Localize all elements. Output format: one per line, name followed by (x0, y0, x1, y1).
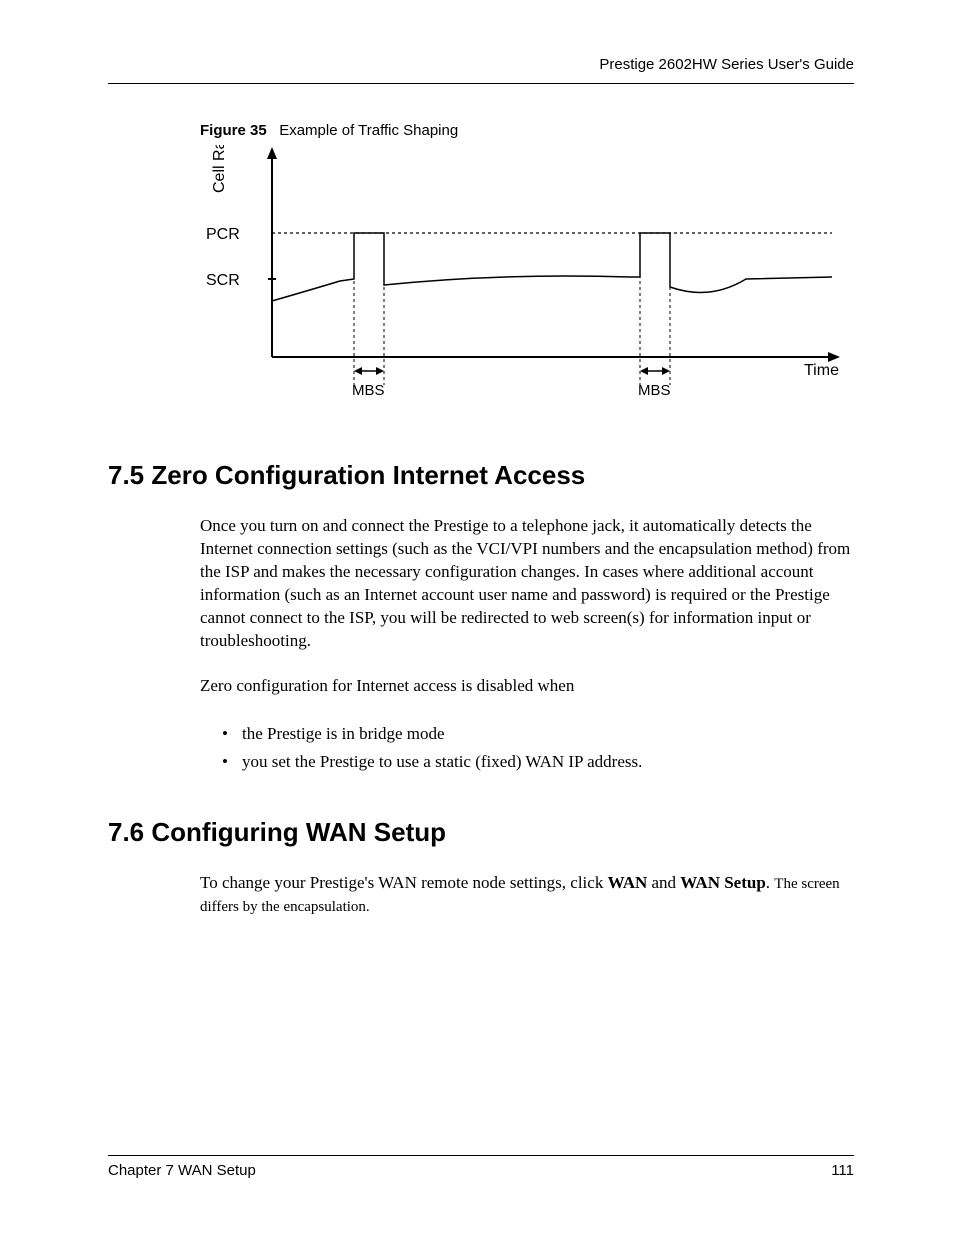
pcr-label: PCR (206, 226, 240, 243)
section-7-5-para2: Zero configuration for Internet access i… (200, 675, 854, 698)
traffic-shaping-svg: Cell Rate PCR SCR MBS MBS Time (200, 145, 860, 405)
header-rule (108, 83, 854, 84)
mbs1-arrow-left (354, 367, 362, 375)
y-axis-arrowhead (267, 147, 277, 159)
traffic-shaping-figure: Cell Rate PCR SCR MBS MBS Time (200, 145, 854, 410)
traffic-curve (272, 233, 832, 301)
footer-page-number: 111 (831, 1162, 854, 1179)
figure-label: Figure 35 (200, 122, 267, 139)
bullet-static-ip: you set the Prestige to use a static (fi… (222, 748, 854, 777)
x-axis-label: Time (804, 362, 839, 379)
figure-caption: Figure 35 Example of Traffic Shaping (200, 122, 854, 139)
section-7-5-bullets: the Prestige is in bridge mode you set t… (222, 720, 854, 778)
guide-title: Prestige 2602HW Series User's Guide (599, 56, 854, 73)
page-header: Prestige 2602HW Series User's Guide (108, 56, 854, 83)
footer-rule (108, 1155, 854, 1156)
scr-label: SCR (206, 272, 240, 289)
section-7-6-heading: 7.6 Configuring WAN Setup (108, 817, 854, 848)
mbs2-label: MBS (638, 382, 671, 399)
y-axis-label: Cell Rate (211, 145, 228, 193)
mbs1-arrow-right (376, 367, 384, 375)
section-7-5-heading: 7.5 Zero Configuration Internet Access (108, 460, 854, 491)
x-axis-arrowhead (828, 352, 840, 362)
para-mid: and (647, 873, 680, 892)
page-footer: Chapter 7 WAN Setup 111 (108, 1155, 854, 1179)
section-7-5-para1: Once you turn on and connect the Prestig… (200, 515, 854, 653)
footer-chapter: Chapter 7 WAN Setup (108, 1162, 256, 1179)
bullet-bridge-mode: the Prestige is in bridge mode (222, 720, 854, 749)
figure-caption-text: Example of Traffic Shaping (279, 122, 458, 139)
wan-bold: WAN (608, 873, 648, 892)
para-pre: To change your Prestige's WAN remote nod… (200, 873, 608, 892)
mbs2-arrow-left (640, 367, 648, 375)
wan-setup-bold: WAN Setup (680, 873, 766, 892)
mbs2-arrow-right (662, 367, 670, 375)
mbs1-label: MBS (352, 382, 385, 399)
section-7-6-para: To change your Prestige's WAN remote nod… (200, 872, 854, 918)
